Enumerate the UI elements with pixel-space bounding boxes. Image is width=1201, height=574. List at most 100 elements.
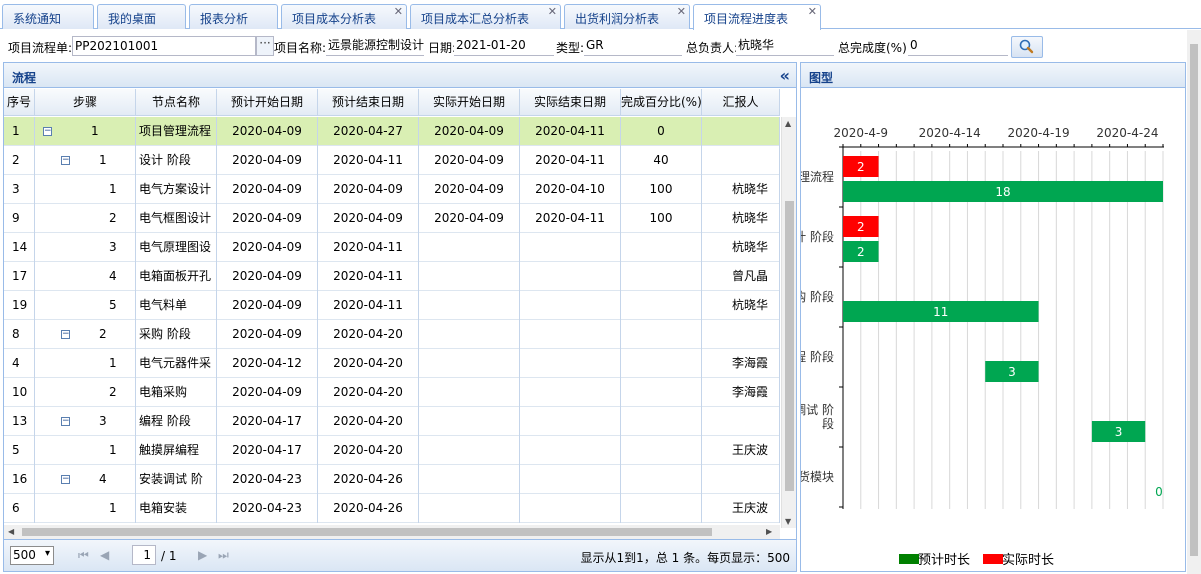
column-header-6[interactable]: 实际开始日期 (419, 89, 520, 116)
act-start-cell: 2020-04-09 (419, 175, 520, 204)
table-row[interactable]: 17 4 电箱面板开孔 2020-04-09 2020-04-11 曾凡晶 (4, 262, 780, 291)
page-size-select[interactable]: 500 ▾ (10, 546, 54, 565)
column-header-2[interactable]: 步骤 (35, 89, 136, 116)
seq-cell: 19 (4, 291, 35, 320)
node-name-cell: 电气料单 (136, 291, 217, 320)
chart-panel: 图型 2020-4-9 2020-4-14 2020-4-19 2020-4-24 理流… (800, 62, 1186, 572)
flow-panel-title: 流程 (12, 71, 37, 85)
reporter-cell (702, 146, 780, 175)
legend-swatch (983, 554, 1003, 564)
scroll-left-icon[interactable]: ◀ (8, 527, 14, 536)
grid-horizontal-scroll-thumb[interactable] (22, 528, 712, 536)
flow-no-lookup-button[interactable]: ··· (256, 36, 274, 56)
bar-value-label: 2 (857, 160, 865, 174)
step-cell: 1 (35, 494, 136, 523)
tab-1[interactable]: 系统通知 (2, 4, 94, 29)
node-name-cell: 电箱面板开孔 (136, 262, 217, 291)
column-header-8[interactable]: 完成百分比(%) (621, 89, 702, 116)
table-row[interactable]: 16−4 安装调试 阶 2020-04-23 2020-04-26 (4, 465, 780, 494)
plan-start-cell: 2020-04-23 (217, 494, 318, 523)
column-header-1[interactable]: 序号 (4, 89, 35, 116)
percent-cell: 100 (621, 204, 702, 233)
gantt-chart: 2020-4-9 2020-4-14 2020-4-19 2020-4-24 理流程计 … (801, 126, 1164, 568)
page-vertical-scroll-thumb[interactable] (1190, 44, 1198, 556)
grid-horizontal-scrollbar[interactable]: ◀ ▶ (4, 525, 780, 539)
collapse-icon[interactable]: « (780, 66, 790, 85)
scroll-down-icon[interactable]: ▼ (785, 517, 791, 526)
tree-collapse-icon[interactable]: − (61, 475, 70, 484)
close-icon[interactable]: ✕ (394, 5, 403, 18)
table-row[interactable]: 8−2 采购 阶段 2020-04-09 2020-04-20 (4, 320, 780, 349)
scroll-up-icon[interactable]: ▲ (785, 119, 791, 128)
act-end-cell (520, 262, 621, 291)
legend-label: 实际时长 (1002, 553, 1054, 568)
next-page-icon[interactable]: ▶ (198, 548, 207, 562)
column-header-5[interactable]: 预计结束日期 (318, 89, 419, 116)
tab-6[interactable]: 出货利润分析表 ✕ (564, 4, 690, 29)
grid-vertical-scrollbar[interactable]: ▲ ▼ (781, 117, 796, 528)
column-header-9[interactable]: 汇报人 (702, 89, 780, 116)
column-header-7[interactable]: 实际结束日期 (520, 89, 621, 116)
step-cell: 2 (35, 204, 136, 233)
tree-collapse-icon[interactable]: − (61, 330, 70, 339)
scroll-right-icon[interactable]: ▶ (766, 527, 772, 536)
table-row[interactable]: 5 1 触摸屏编程 2020-04-17 2020-04-20 王庆波 (4, 436, 780, 465)
flow-no-field[interactable]: PP202101001 (72, 36, 256, 56)
column-header-3[interactable]: 节点名称 (136, 89, 217, 116)
last-page-icon[interactable]: ⏭ (218, 548, 229, 563)
grid-vertical-scroll-thumb[interactable] (785, 201, 794, 491)
tab-7[interactable]: 项目流程进度表 ✕ (693, 4, 821, 30)
plan-end-cell: 2020-04-20 (318, 378, 419, 407)
tab-5[interactable]: 项目成本汇总分析表 ✕ (410, 4, 561, 29)
page-number-input[interactable]: 1 (132, 545, 156, 565)
table-row[interactable]: 14 3 电气原理图设 2020-04-09 2020-04-11 杭晓华 (4, 233, 780, 262)
page-vertical-scrollbar[interactable] (1187, 30, 1201, 574)
table-row[interactable]: 2−1 设计 阶段 2020-04-09 2020-04-11 2020-04-09 20… (4, 146, 780, 175)
act-start-cell (419, 349, 520, 378)
reporter-cell: 杭晓华 (702, 291, 780, 320)
bar-value-label: 0 (1155, 485, 1163, 499)
close-icon[interactable]: ✕ (808, 5, 817, 18)
first-page-icon[interactable]: ⏮ (78, 548, 89, 563)
percent-cell (621, 407, 702, 436)
date-field[interactable]: 2021-01-20 (454, 36, 554, 56)
table-row[interactable]: 4 1 电气元器件采 2020-04-12 2020-04-20 李海霞 (4, 349, 780, 378)
table-row[interactable]: 19 5 电气料单 2020-04-09 2020-04-11 杭晓华 (4, 291, 780, 320)
owner-label: 总负责人: (686, 41, 739, 55)
step-number: 2 (99, 327, 107, 341)
tab-2[interactable]: 我的桌面 (97, 4, 186, 29)
table-row[interactable]: 10 2 电箱采购 2020-04-09 2020-04-20 李海霞 (4, 378, 780, 407)
tree-collapse-icon[interactable]: − (61, 417, 70, 426)
column-header-4[interactable]: 预计开始日期 (217, 89, 318, 116)
project-name-field[interactable]: 远景能源控制设计 (326, 36, 424, 56)
node-name-cell: 电气框图设计 (136, 204, 217, 233)
table-row[interactable]: 6 1 电箱安装 2020-04-23 2020-04-26 王庆波 (4, 494, 780, 523)
tab-4[interactable]: 项目成本分析表 ✕ (281, 4, 407, 29)
bar-value-label: 18 (995, 185, 1010, 199)
type-field[interactable]: GR (584, 36, 682, 56)
table-row[interactable]: 1−1 项目管理流程 2020-04-09 2020-04-27 2020-04-09 2… (4, 117, 780, 146)
tree-collapse-icon[interactable]: − (61, 156, 70, 165)
node-name-cell: 电气方案设计 (136, 175, 217, 204)
table-row[interactable]: 3 1 电气方案设计 2020-04-09 2020-04-09 2020-04-09 20… (4, 175, 780, 204)
prev-page-icon[interactable]: ◀ (100, 548, 109, 562)
pager: 500 ▾ ⏮ ◀ 1 / 1 ▶ ⏭ 显示从1到1，总 1 条。每页显示：50… (4, 539, 796, 571)
act-start-cell (419, 436, 520, 465)
tab-label: 出货利润分析表 (575, 12, 660, 26)
tab-3[interactable]: 报表分析 (189, 4, 278, 29)
completion-field[interactable]: 0 (908, 36, 1008, 56)
search-icon (1019, 39, 1034, 54)
reporter-cell (702, 407, 780, 436)
table-row[interactable]: 9 2 电气框图设计 2020-04-09 2020-04-09 2020-04-09 20… (4, 204, 780, 233)
close-icon[interactable]: ✕ (548, 5, 557, 18)
close-icon[interactable]: ✕ (677, 5, 686, 18)
reporter-cell: 杭晓华 (702, 233, 780, 262)
percent-cell (621, 349, 702, 378)
plan-start-cell: 2020-04-09 (217, 146, 318, 175)
step-cell: 5 (35, 291, 136, 320)
owner-field[interactable]: 杭晓华 (736, 36, 834, 56)
step-number: 1 (109, 443, 117, 457)
table-row[interactable]: 13−3 编程 阶段 2020-04-17 2020-04-20 (4, 407, 780, 436)
search-button[interactable] (1011, 36, 1043, 58)
tree-collapse-icon[interactable]: − (43, 127, 52, 136)
